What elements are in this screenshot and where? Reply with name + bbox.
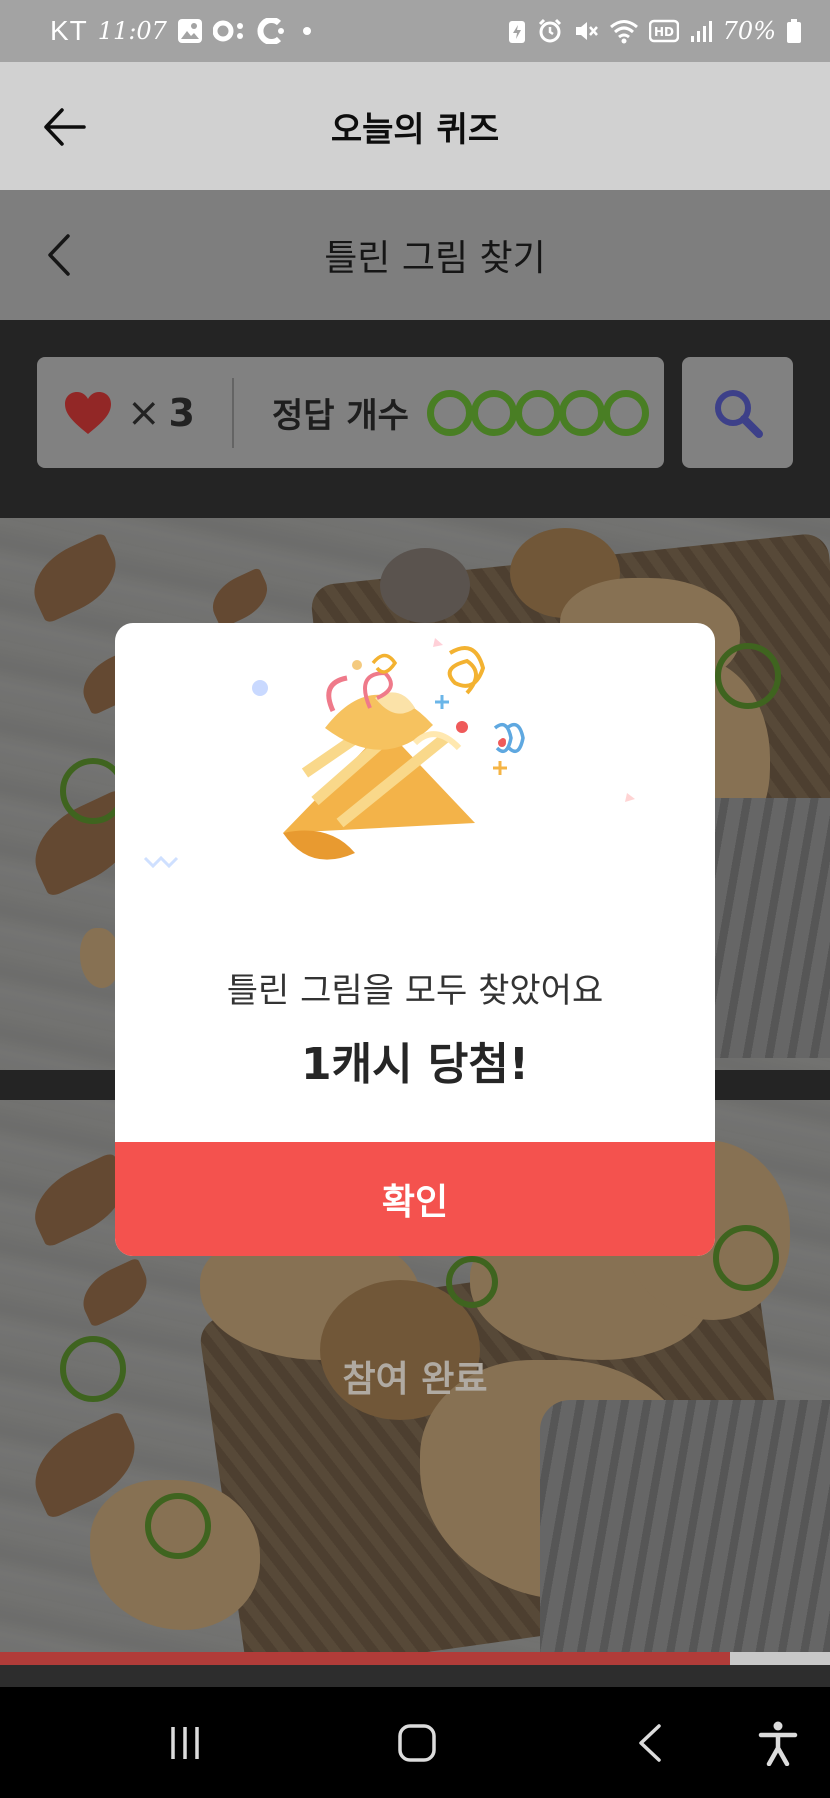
wifi-icon bbox=[609, 17, 639, 45]
app-notification-icon-2 bbox=[257, 17, 287, 45]
bottom-band bbox=[0, 1665, 830, 1687]
gallery-icon bbox=[177, 17, 203, 45]
svg-text:HD: HD bbox=[654, 25, 674, 39]
system-nav-bar bbox=[0, 1687, 830, 1798]
mute-icon bbox=[573, 17, 599, 45]
accessibility-icon[interactable] bbox=[748, 1717, 808, 1769]
recent-apps-icon[interactable] bbox=[155, 1717, 215, 1769]
more-notifications-dot bbox=[297, 17, 317, 45]
back-icon[interactable] bbox=[620, 1717, 680, 1769]
battery-icon bbox=[786, 17, 802, 45]
alarm-icon bbox=[537, 17, 563, 45]
confirm-button[interactable]: 확인 bbox=[115, 1142, 715, 1256]
time-progress-bar bbox=[0, 1652, 830, 1665]
dialog-prize: 1캐시 당첨! bbox=[301, 1039, 529, 1090]
app-notification-icon bbox=[212, 17, 247, 45]
clock: 11:07 bbox=[97, 17, 167, 45]
hd-voice-icon: HD bbox=[648, 17, 679, 45]
status-bar: KT 11:07 HD 70% bbox=[0, 0, 830, 62]
progress-fill bbox=[0, 1652, 731, 1665]
battery-level: 70% bbox=[722, 17, 776, 45]
battery-saver-icon bbox=[507, 17, 527, 45]
success-dialog: 틀린 그림을 모두 찾았어요 1캐시 당첨! 확인 bbox=[115, 623, 715, 1256]
dialog-message: 틀린 그림을 모두 찾았어요 bbox=[226, 971, 604, 1011]
home-icon[interactable] bbox=[387, 1717, 447, 1769]
party-popper-illustration bbox=[143, 638, 635, 869]
signal-icon bbox=[689, 17, 713, 45]
carrier-label: KT bbox=[50, 15, 88, 46]
